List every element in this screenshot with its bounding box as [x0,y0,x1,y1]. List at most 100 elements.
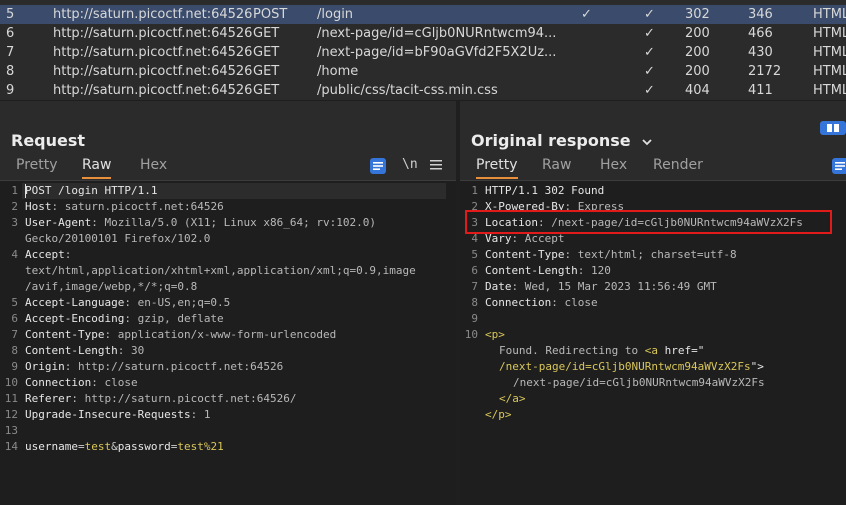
row-method: GET [253,26,280,41]
header-name: Content-Length [25,344,118,357]
header-name: Accept-Language [25,296,125,309]
row-number: 5 [6,7,15,22]
tab-raw[interactable]: Raw [542,157,571,177]
row-number: 9 [6,83,15,98]
param-equals: = [77,440,85,453]
response-tabs: Pretty Raw Hex Render [460,157,846,179]
table-row[interactable]: 6 http://saturn.picoctf.net:64526 GET /n… [0,24,846,43]
header-value: : en-US,en;q=0.5 [124,296,231,309]
header-name: Upgrade-Insecure-Requests [25,408,191,421]
request-title: Request [11,131,86,150]
line-number: 8 [471,296,478,309]
row-url: /next-page/id=cGljb0NURntwcm94... [317,26,557,41]
header-value: : Mozilla/5.0 (X11; Linux x86_64; rv:102… [91,216,377,229]
response-title[interactable]: Original response [471,131,652,150]
row-length: 466 [748,26,773,41]
header-name: Accept [25,248,65,261]
header-value: : http://saturn.picoctf.net:64526/ [71,392,297,405]
response-pane: Original response Pretty Raw Hex Render … [460,115,846,505]
row-length: 430 [748,45,773,60]
param-value: test%21 [177,440,224,453]
panel-gap [0,101,846,115]
row-status: 404 [685,83,710,98]
row-url: /home [317,64,359,79]
menu-icon[interactable] [430,159,442,175]
tab-render[interactable]: Render [653,157,703,177]
tab-pretty[interactable]: Pretty [16,157,58,177]
table-row[interactable]: 5 http://saturn.picoctf.net:64526 POST /… [0,5,846,24]
header-name: Origin [25,360,65,373]
row-mime: HTML [813,64,846,79]
line-number: 2 [11,200,18,213]
request-body: username=test&password=test%21 [25,439,224,455]
request-editor[interactable]: 1 POST /login HTTP/1.1 2 Host: saturn.pico… [0,181,456,505]
html-attr: href=" [657,344,705,357]
table-row[interactable]: 8 http://saturn.picoctf.net:64526 GET /h… [0,62,846,81]
status-line: HTTP/1.1 302 Found [485,184,605,197]
header-value-wrap: text/html,application/xhtml+xml,applicat… [25,264,416,277]
row-host: http://saturn.picoctf.net:64526 [53,64,253,79]
header-name: Date [485,280,512,293]
param-name: password [117,440,171,453]
row-number: 8 [6,64,15,79]
html-line: Found. Redirecting to <a href=" [499,343,704,359]
row-edited-check: ✓ [581,7,592,22]
line-number: 6 [11,312,18,325]
header-name: Content-Type [485,248,565,261]
link-text: /next-page/id=cGljb0NURntwcm94aWVzX2Fs [513,376,765,389]
newline-toggle-icon[interactable]: \n [402,157,418,172]
line-number: 7 [471,280,478,293]
row-status: 302 [685,7,710,22]
row-params-check: ✓ [644,83,655,98]
layout-toggle-icon[interactable] [820,121,846,135]
line-number: 6 [471,264,478,277]
header-name: Content-Type [25,328,105,341]
row-length: 2172 [748,64,782,79]
tab-pretty[interactable]: Pretty [476,157,518,179]
header-name: Connection [25,376,92,389]
request-tabs: Pretty Raw Hex \n [0,157,456,179]
tab-hex[interactable]: Hex [600,157,627,177]
line-number: 5 [471,248,478,261]
html-a-open: <a [644,344,658,357]
header-value: : [64,248,72,261]
row-url: /public/css/tacit-css.min.css [317,83,498,98]
table-row[interactable]: 9 http://saturn.picoctf.net:64526 GET /p… [0,81,846,100]
row-host: http://saturn.picoctf.net:64526 [53,45,253,60]
row-method: GET [253,45,280,60]
header-name: Connection [485,296,552,309]
row-mime: HTML [813,7,846,22]
chevron-down-icon[interactable] [642,131,652,150]
header-value-wrap: /avif,image/webp,*/*;q=0.8 [25,280,198,293]
table-row[interactable]: 7 http://saturn.picoctf.net:64526 GET /n… [0,43,846,62]
row-url: /next-page/id=bF90aGVfd2F5X2Uz... [317,45,557,60]
header-value: : application/x-www-form-urlencoded [104,328,337,341]
header-name: Accept-Encoding [25,312,125,325]
header-value: : text/html; charset=utf-8 [564,248,737,261]
row-url: /login [317,7,354,22]
line-number: 3 [11,216,18,229]
row-host: http://saturn.picoctf.net:64526 [53,7,253,22]
tab-hex[interactable]: Hex [140,157,167,177]
html-p-close: </p> [485,408,512,421]
header-value: : close [91,376,138,389]
row-number: 6 [6,26,15,41]
request-pane: Request Pretty Raw Hex \n 1 POST /login H… [0,115,456,505]
line-number: 10 [4,376,18,389]
line-number: 5 [11,296,18,309]
header-name: Host [25,200,52,213]
row-mime: HTML [813,83,846,98]
row-number: 7 [6,45,15,60]
header-value: : 30 [117,344,145,357]
text-cursor [25,184,26,198]
header-value: : close [551,296,598,309]
message-actions-icon[interactable] [832,158,846,174]
line-number: 8 [11,344,18,357]
row-params-check: ✓ [644,7,655,22]
row-mime: HTML [813,26,846,41]
header-name: Content-Length [485,264,578,277]
message-actions-icon[interactable] [370,158,386,174]
tab-raw[interactable]: Raw [82,157,112,179]
line-number: 12 [4,408,18,421]
response-title-text: Original response [471,131,631,150]
